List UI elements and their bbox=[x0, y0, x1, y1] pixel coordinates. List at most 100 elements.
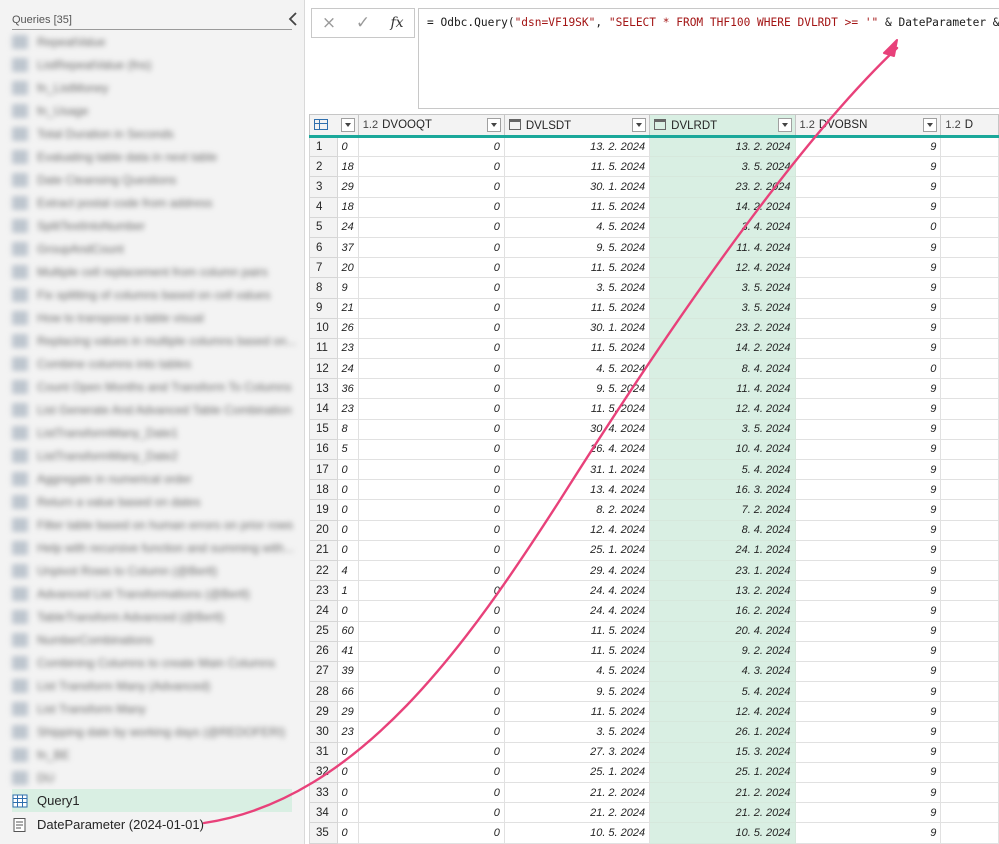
table-cell[interactable]: 0 bbox=[357, 216, 505, 238]
row-number[interactable]: 28 bbox=[309, 681, 338, 703]
query-item[interactable]: Unpivot Rows to Column (@Bertl) bbox=[12, 559, 292, 582]
table-cell[interactable]: 0 bbox=[336, 741, 359, 763]
query-item[interactable]: Aggregate in numerical order bbox=[12, 467, 292, 490]
row-number[interactable]: 24 bbox=[309, 600, 338, 622]
table-cell[interactable]: 25. 1. 2024 bbox=[503, 761, 651, 784]
table-cell[interactable]: 9 bbox=[794, 499, 942, 521]
table-cell[interactable]: 37 bbox=[336, 236, 359, 259]
query-item[interactable]: Date Cleansing Questions bbox=[12, 168, 292, 191]
table-cell[interactable]: 0 bbox=[336, 519, 359, 541]
query-item[interactable]: Help with recursive function and summing… bbox=[12, 536, 294, 559]
table-cell[interactable]: 21 bbox=[336, 297, 359, 319]
table-cell[interactable]: 4. 5. 2024 bbox=[503, 216, 651, 238]
table-cell[interactable]: 0 bbox=[357, 559, 505, 582]
table-cell[interactable]: 0 bbox=[336, 802, 359, 824]
table-cell[interactable] bbox=[940, 600, 999, 622]
table-cell[interactable]: 0 bbox=[357, 176, 505, 198]
table-cell[interactable]: 11. 5. 2024 bbox=[503, 156, 651, 178]
table-cell[interactable] bbox=[940, 277, 999, 299]
table-cell[interactable] bbox=[940, 781, 999, 804]
table-cell[interactable]: 9 bbox=[794, 701, 942, 723]
table-cell[interactable]: 0 bbox=[357, 660, 505, 683]
table-cell[interactable]: 11. 5. 2024 bbox=[503, 297, 651, 319]
table-cell[interactable]: 29 bbox=[336, 176, 359, 198]
table-cell[interactable]: 0 bbox=[357, 317, 505, 339]
table-cell[interactable]: 29 bbox=[336, 701, 359, 723]
table-cell[interactable]: 1 bbox=[336, 580, 359, 602]
table-cell[interactable]: 11. 5. 2024 bbox=[503, 257, 651, 279]
table-cell[interactable]: 9 bbox=[794, 479, 942, 501]
table-cell[interactable]: 26 bbox=[336, 317, 359, 339]
query-item-dateparameter[interactable]: DateParameter (2024-01-01) bbox=[12, 813, 292, 836]
table-cell[interactable]: 0 bbox=[357, 640, 505, 662]
table-cell[interactable]: 0 bbox=[336, 761, 359, 784]
row-number[interactable]: 6 bbox=[309, 236, 338, 259]
query-item[interactable]: List Transform Many bbox=[12, 697, 292, 720]
query-item-query1[interactable]: Query1 bbox=[12, 789, 292, 812]
table-cell[interactable]: 0 bbox=[357, 681, 505, 703]
column-header-d[interactable]: 1.2 D bbox=[940, 114, 999, 138]
query-item[interactable]: GroupAndCount bbox=[12, 237, 292, 260]
table-cell[interactable]: 4. 3. 2024 bbox=[649, 660, 796, 683]
table-cell[interactable] bbox=[940, 559, 999, 582]
table-cell[interactable] bbox=[940, 236, 999, 259]
table-cell[interactable] bbox=[940, 539, 999, 561]
table-cell[interactable]: 0 bbox=[336, 479, 359, 501]
table-cell[interactable]: 4. 5. 2024 bbox=[503, 358, 651, 380]
row-number[interactable]: 20 bbox=[309, 519, 338, 541]
collapse-pane-button[interactable] bbox=[286, 10, 300, 28]
table-cell[interactable]: 31. 1. 2024 bbox=[503, 458, 651, 481]
query-item[interactable]: List Generate And Advanced Table Combina… bbox=[12, 398, 292, 421]
table-cell[interactable]: 9 bbox=[794, 135, 942, 158]
table-cell[interactable]: 5 bbox=[336, 438, 359, 461]
table-cell[interactable]: 11. 5. 2024 bbox=[503, 196, 651, 218]
table-cell[interactable]: 21. 2. 2024 bbox=[503, 781, 651, 804]
query-item[interactable]: Multiple cell replacement from column pa… bbox=[12, 260, 292, 283]
table-cell[interactable]: 14. 2. 2024 bbox=[649, 196, 796, 218]
table-cell[interactable]: 41 bbox=[336, 640, 359, 662]
table-cell[interactable]: 9. 5. 2024 bbox=[503, 681, 651, 703]
table-cell[interactable]: 30. 4. 2024 bbox=[503, 418, 651, 440]
column-header-dvobsn[interactable]: 1.2 DVOBSN bbox=[794, 114, 942, 138]
table-cell[interactable]: 13. 2. 2024 bbox=[649, 580, 796, 602]
table-cell[interactable]: 9 bbox=[794, 458, 942, 481]
row-number[interactable]: 29 bbox=[309, 701, 338, 723]
table-cell[interactable]: 3. 5. 2024 bbox=[649, 156, 796, 178]
table-cell[interactable]: 9 bbox=[794, 660, 942, 683]
column-header-dvooqt[interactable]: 1.2 DVOOQT bbox=[357, 114, 505, 138]
query-item[interactable]: Filter table based on human errors on pr… bbox=[12, 513, 293, 536]
table-cell[interactable]: 24. 4. 2024 bbox=[503, 580, 651, 602]
table-cell[interactable]: 3. 5. 2024 bbox=[649, 277, 796, 299]
query-item[interactable]: RepeatValue bbox=[12, 30, 292, 53]
table-cell[interactable] bbox=[940, 580, 999, 602]
table-cell[interactable]: 9 bbox=[794, 822, 942, 844]
table-cell[interactable]: 0 bbox=[357, 135, 505, 158]
table-cell[interactable]: 0 bbox=[357, 539, 505, 561]
table-cell[interactable]: 0 bbox=[357, 519, 505, 541]
table-cell[interactable]: 9 bbox=[794, 257, 942, 279]
table-cell[interactable] bbox=[940, 721, 999, 743]
row-number[interactable]: 32 bbox=[309, 761, 338, 784]
table-cell[interactable]: 27. 3. 2024 bbox=[503, 741, 651, 763]
table-cell[interactable] bbox=[940, 499, 999, 521]
query-item[interactable]: Extract postal code from address bbox=[12, 191, 292, 214]
row-number[interactable]: 1 bbox=[309, 135, 338, 158]
table-cell[interactable]: 0 bbox=[357, 741, 505, 763]
query-item[interactable]: SplitTextIntoNumber bbox=[12, 214, 292, 237]
table-cell[interactable]: 18 bbox=[336, 196, 359, 218]
table-cell[interactable]: 9 bbox=[336, 277, 359, 299]
row-number[interactable]: 15 bbox=[309, 418, 338, 440]
table-cell[interactable]: 66 bbox=[336, 681, 359, 703]
table-cell[interactable]: 9 bbox=[794, 418, 942, 440]
query-item[interactable]: Fix splitting of columns based on cell v… bbox=[12, 283, 292, 306]
table-cell[interactable]: 24. 1. 2024 bbox=[649, 539, 796, 561]
table-cell[interactable] bbox=[940, 640, 999, 662]
table-cell[interactable]: 24. 4. 2024 bbox=[503, 600, 651, 622]
table-cell[interactable]: 8. 2. 2024 bbox=[503, 499, 651, 521]
query-item[interactable]: ListRepeatValue (fns) bbox=[12, 53, 292, 76]
table-cell[interactable]: 0 bbox=[336, 499, 359, 521]
table-cell[interactable]: 0 bbox=[357, 499, 505, 521]
row-number[interactable]: 27 bbox=[309, 660, 338, 683]
table-cell[interactable]: 39 bbox=[336, 660, 359, 683]
table-cell[interactable]: 23 bbox=[336, 721, 359, 743]
